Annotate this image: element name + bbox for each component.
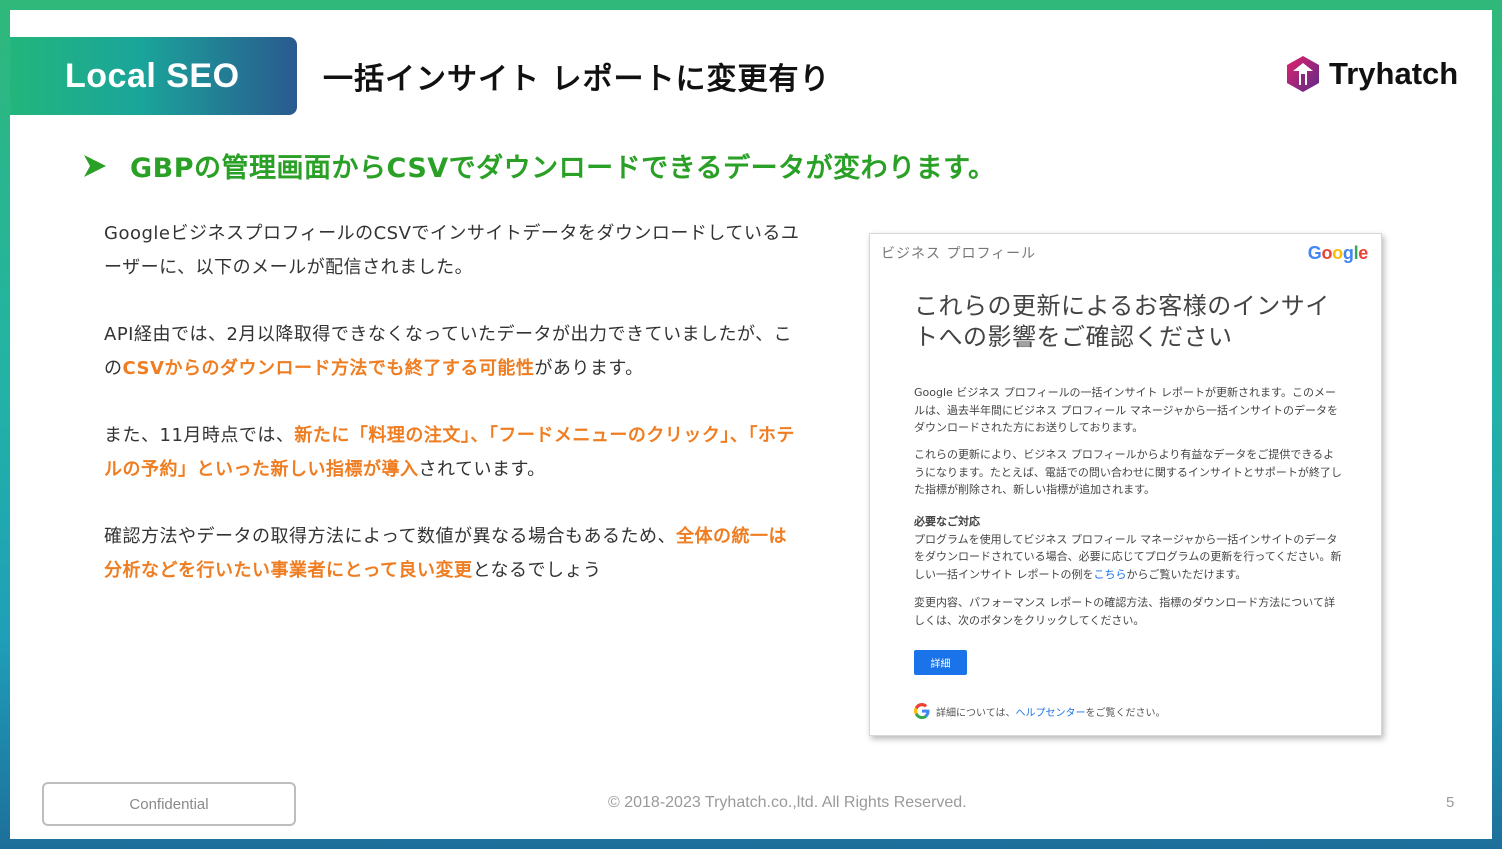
email-service-label: ビジネス プロフィール xyxy=(881,246,1037,262)
paragraph-2-tail: があります。 xyxy=(534,358,644,379)
page-number: 5 xyxy=(1446,794,1455,811)
company-logo: Tryhatch xyxy=(1283,54,1458,94)
email-paragraph-2: これらの更新により、ビジネス プロフィールからより有益なデータをご提供できるよう… xyxy=(914,448,1342,496)
email-screenshot: ビジネス プロフィール Google これらの更新によるお客様のインサイトへの影… xyxy=(869,233,1382,736)
email-paragraph-4: 変更内容、パフォーマンス レポートの確認方法、指標のダウンロード方法について詳し… xyxy=(914,596,1335,627)
email-title: これらの更新によるお客様のインサイトへの影響をご確認ください xyxy=(914,292,1330,351)
paragraph-4-tail: となるでしょう xyxy=(472,560,602,581)
paragraph-2-highlight: CSVからのダウンロード方法でも終了する可能性 xyxy=(122,358,535,379)
slide: Local SEO 一括インサイト レポートに変更有り Tryhatch GBP… xyxy=(10,10,1492,839)
help-center-link[interactable]: ヘルプセンター xyxy=(1016,704,1086,719)
page-title: 一括インサイト レポートに変更有り xyxy=(323,62,831,97)
body-text: GoogleビジネスプロフィールのCSVでインサイトデータをダウンロードしている… xyxy=(104,217,804,621)
google-logo: Google xyxy=(1307,243,1369,263)
confidential-label: Confidential xyxy=(42,782,296,826)
paragraph-4-text: 確認方法やデータの取得方法によって数値が異なる場合もあるため、 xyxy=(104,526,677,547)
logo-text: Tryhatch xyxy=(1329,56,1459,91)
paragraph-3-text: また、11月時点では、 xyxy=(104,425,295,446)
email-footer-text: 詳細については、 xyxy=(936,707,1016,719)
section-badge-label: Local SEO xyxy=(65,56,240,95)
email-paragraph-3: 必要なご対応 プログラムを使用してビジネス プロフィール マネージャから一括イン… xyxy=(914,513,1344,583)
copyright-text: © 2018-2023 Tryhatch.co.,ltd. All Rights… xyxy=(608,794,967,811)
email-required-action-heading: 必要なご対応 xyxy=(914,515,980,528)
tryhatch-logo-icon xyxy=(1287,56,1319,92)
paragraph-3: また、11月時点では、新たに「料理の注文」、「フードメニューのクリック」、「ホテ… xyxy=(104,419,804,487)
arrow-bullet-icon xyxy=(84,154,106,177)
headline-text: GBPの管理画面からCSVでダウンロードできるデータが変わります。 xyxy=(130,153,996,184)
paragraph-2: API経由では、2月以降取得できなくなっていたデータが出力できていましたが、この… xyxy=(104,318,804,386)
google-g-icon xyxy=(914,703,930,719)
paragraph-4: 確認方法やデータの取得方法によって数値が異なる場合もあるため、全体の統一は分析な… xyxy=(104,520,804,588)
email-footer: 詳細については、 ヘルプセンター をご覧ください。 xyxy=(914,703,1166,719)
email-paragraph-3-tail: からご覧いただけます。 xyxy=(1126,567,1247,581)
paragraph-1: GoogleビジネスプロフィールのCSVでインサイトデータをダウンロードしている… xyxy=(104,223,800,278)
details-button[interactable]: 詳細 xyxy=(914,650,967,675)
email-footer-tail: をご覧ください。 xyxy=(1085,707,1166,719)
email-here-link[interactable]: こちら xyxy=(1094,568,1127,581)
headline: GBPの管理画面からCSVでダウンロードできるデータが変わります。 xyxy=(82,146,995,185)
email-paragraph-1: Google ビジネス プロフィールの一括インサイト レポートが更新されます。こ… xyxy=(914,386,1339,434)
section-badge: Local SEO xyxy=(10,37,297,115)
paragraph-3-tail: されています。 xyxy=(418,459,546,480)
